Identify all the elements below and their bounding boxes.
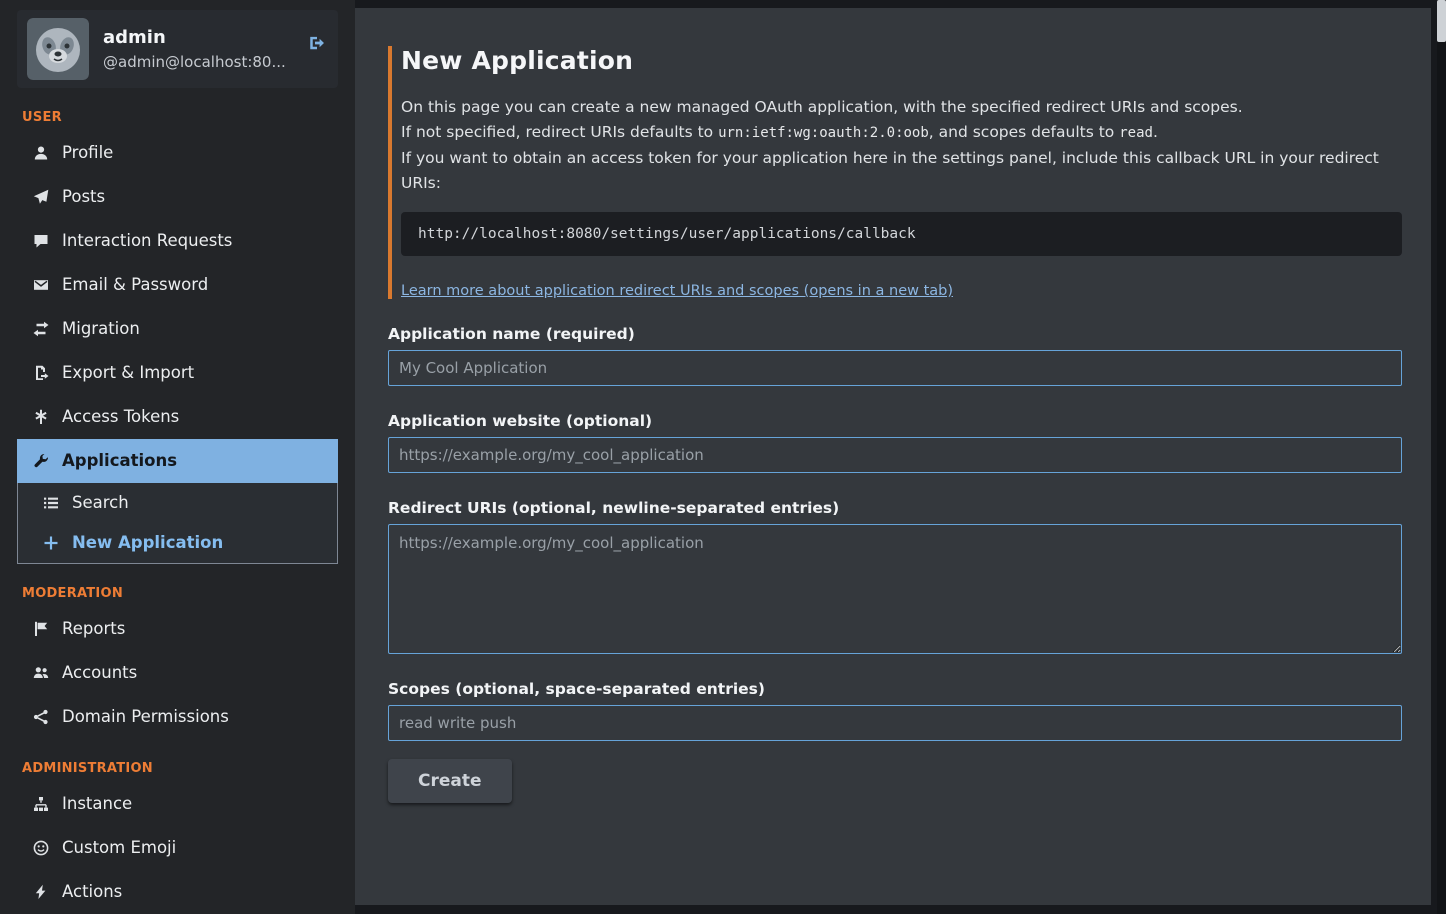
share-nodes-icon <box>32 709 49 725</box>
inline-code-oob: urn:ietf:wg:oauth:2.0:oob <box>718 125 929 141</box>
callback-url-code: http://localhost:8080/settings/user/appl… <box>401 212 1402 256</box>
intro-line-2-post: . <box>1153 123 1158 141</box>
sidebar-item-interaction-requests[interactable]: Interaction Requests <box>17 219 338 263</box>
nav-label: Migration <box>62 319 140 339</box>
intro-line-3: If you want to obtain an access token fo… <box>401 146 1402 196</box>
sidebar-item-applications[interactable]: Applications <box>17 439 338 483</box>
sidebar-item-accounts[interactable]: Accounts <box>17 651 338 695</box>
sidebar-item-email-password[interactable]: Email & Password <box>17 263 338 307</box>
list-icon <box>42 495 59 511</box>
sidebar-item-reports[interactable]: Reports <box>17 607 338 651</box>
scrollbar[interactable] <box>1437 0 1446 914</box>
intro-line-2-pre: If not specified, redirect URIs defaults… <box>401 123 718 141</box>
avatar <box>27 18 89 80</box>
user-name: admin <box>103 27 286 48</box>
redirect-uris-label: Redirect URIs (optional, newline-separat… <box>388 499 1402 517</box>
page-description: On this page you can create a new manage… <box>401 95 1402 196</box>
file-export-icon <box>32 365 49 381</box>
scopes-label: Scopes (optional, space-separated entrie… <box>388 680 1402 698</box>
section-label-moderation: MODERATION <box>22 586 333 601</box>
intro-line-2-mid: , and scopes defaults to <box>929 123 1119 141</box>
bolt-icon <box>32 884 49 900</box>
sidebar-item-applications-search[interactable]: Search <box>18 483 337 523</box>
redirect-uris-textarea[interactable] <box>388 524 1402 654</box>
section-label-user: USER <box>22 110 333 125</box>
sidebar-item-actions[interactable]: Actions <box>17 870 338 914</box>
new-application-form: Application name (required) Application … <box>388 325 1402 803</box>
intro-line-2: If not specified, redirect URIs defaults… <box>401 120 1402 146</box>
main-panel: New Application On this page you can cre… <box>355 8 1431 905</box>
nav-label: Domain Permissions <box>62 707 229 727</box>
user-handle: @admin@localhost:80... <box>103 53 286 71</box>
application-website-label: Application website (optional) <box>388 412 1402 430</box>
application-name-input[interactable] <box>388 350 1402 386</box>
sidebar-item-migration[interactable]: Migration <box>17 307 338 351</box>
page-header: New Application On this page you can cre… <box>388 46 1402 299</box>
nav-label: Export & Import <box>62 363 194 383</box>
create-button[interactable]: Create <box>388 759 512 803</box>
nav-label: Access Tokens <box>62 407 179 427</box>
applications-submenu: Search New Application <box>17 483 338 564</box>
section-label-administration: ADMINISTRATION <box>22 761 333 776</box>
intro-line-1: On this page you can create a new manage… <box>401 95 1402 120</box>
nav-label: Email & Password <box>62 275 208 295</box>
nav-label: Accounts <box>62 663 137 683</box>
sidebar-item-new-application[interactable]: New Application <box>18 523 337 563</box>
sidebar-item-custom-emoji[interactable]: Custom Emoji <box>17 826 338 870</box>
sidebar-item-posts[interactable]: Posts <box>17 175 338 219</box>
envelope-icon <box>32 277 49 293</box>
smiley-icon <box>32 840 49 856</box>
nav-label: New Application <box>72 533 223 553</box>
nav-label: Custom Emoji <box>62 838 176 858</box>
users-icon <box>32 665 49 681</box>
plus-icon <box>42 535 59 551</box>
sidebar-item-instance[interactable]: Instance <box>17 782 338 826</box>
nav-label: Reports <box>62 619 125 639</box>
sidebar-item-profile[interactable]: Profile <box>17 131 338 175</box>
nav-label: Interaction Requests <box>62 231 232 251</box>
asterisk-icon <box>32 409 49 425</box>
application-website-input[interactable] <box>388 437 1402 473</box>
sidebar-item-access-tokens[interactable]: Access Tokens <box>17 395 338 439</box>
user-card[interactable]: admin @admin@localhost:80... <box>17 10 338 88</box>
flag-icon <box>32 621 49 637</box>
sidebar-item-export-import[interactable]: Export & Import <box>17 351 338 395</box>
paper-plane-icon <box>32 189 49 205</box>
sidebar: admin @admin@localhost:80... USER Profil… <box>0 0 355 914</box>
nav-label: Posts <box>62 187 105 207</box>
page-title: New Application <box>401 46 1402 75</box>
scrollbar-thumb[interactable] <box>1437 0 1446 42</box>
learn-more-link[interactable]: Learn more about application redirect UR… <box>401 283 953 299</box>
nav-label: Search <box>72 493 129 513</box>
comment-icon <box>32 233 49 249</box>
scopes-input[interactable] <box>388 705 1402 741</box>
application-name-label: Application name (required) <box>388 325 1402 343</box>
user-icon <box>32 145 49 161</box>
sitemap-icon <box>32 796 49 812</box>
nav-label: Instance <box>62 794 132 814</box>
nav-label: Profile <box>62 143 113 163</box>
nav-label: Actions <box>62 882 122 902</box>
sidebar-item-domain-permissions[interactable]: Domain Permissions <box>17 695 338 739</box>
nav-label: Applications <box>62 451 177 471</box>
wrench-icon <box>32 453 49 469</box>
logout-icon[interactable] <box>308 34 326 56</box>
transfer-arrows-icon <box>32 321 49 337</box>
inline-code-read: read <box>1119 125 1153 141</box>
